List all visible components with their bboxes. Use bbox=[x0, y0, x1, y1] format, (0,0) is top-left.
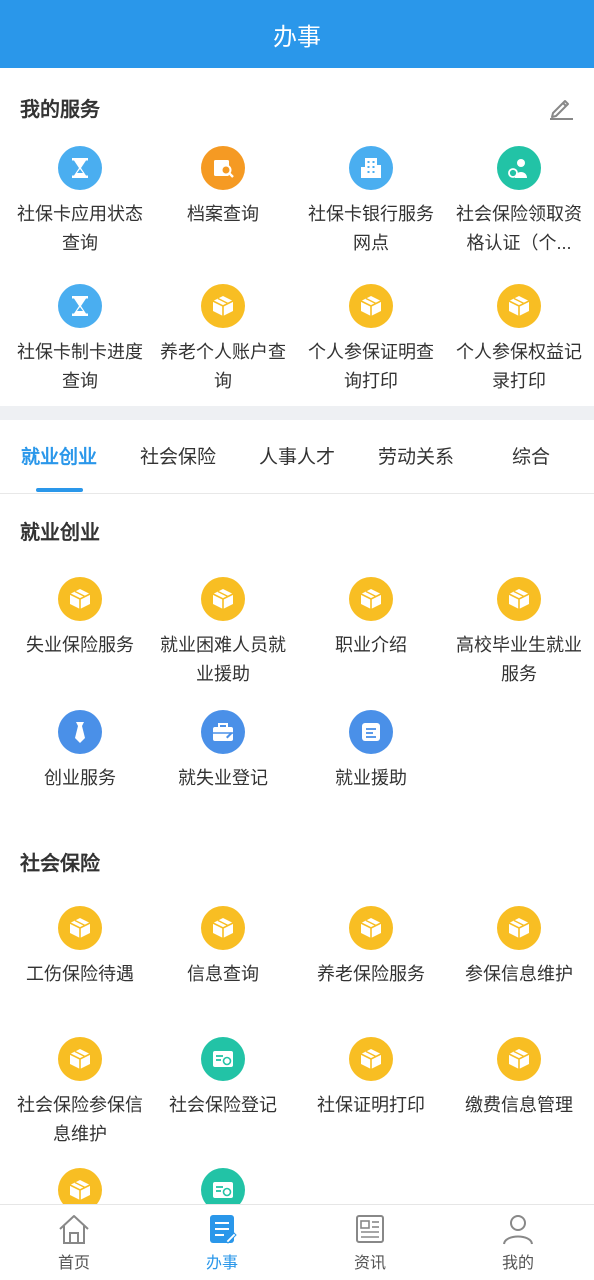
employment-service-item-label: 失业保险服务 bbox=[26, 635, 134, 655]
nav-profile-label: 我的 bbox=[501, 1255, 534, 1272]
nav-profile[interactable]: 我的 bbox=[444, 1205, 592, 1280]
my-service-item-label: 社保卡制卡进度查询 bbox=[17, 342, 143, 391]
employment-service-item[interactable]: 就业困难人员就业援助 bbox=[149, 577, 297, 689]
my-service-item[interactable]: 社会保险领取资格认证（个... bbox=[445, 146, 593, 258]
nav-tasks[interactable]: 办事 bbox=[148, 1205, 296, 1280]
my-services-title: 我的服务 bbox=[20, 99, 100, 121]
edit-icon[interactable] bbox=[546, 92, 576, 122]
social-insurance-service-item-label: 社会保险参保信息维护 bbox=[17, 1095, 143, 1144]
my-service-item-label: 个人参保权益记录打印 bbox=[456, 342, 582, 391]
social-insurance-service-item[interactable]: 社保证明打印 bbox=[297, 1037, 445, 1120]
my-service-item[interactable]: 社保卡应用状态查询 bbox=[6, 146, 154, 258]
employment-service-item[interactable]: 就业援助 bbox=[297, 710, 445, 793]
my-service-item[interactable]: 社保卡制卡进度查询 bbox=[6, 284, 154, 396]
box-icon bbox=[58, 1037, 102, 1081]
search-doc-icon bbox=[201, 146, 245, 190]
employment-title: 就业创业 bbox=[20, 522, 100, 544]
nav-news-label: 资讯 bbox=[353, 1255, 386, 1272]
app-header: 办事 bbox=[0, 0, 594, 68]
social-insurance-service-item[interactable]: 社会保险参保信息维护 bbox=[6, 1037, 154, 1149]
box-icon bbox=[58, 906, 102, 950]
page-title: 办事 bbox=[273, 23, 321, 51]
my-service-item[interactable]: 个人参保证明查询打印 bbox=[297, 284, 445, 396]
social-insurance-service-item[interactable]: 工伤保险待遇 bbox=[6, 906, 154, 989]
tab-active-indicator bbox=[36, 488, 83, 492]
tie-icon bbox=[58, 710, 102, 754]
user-icon bbox=[503, 1215, 533, 1245]
social-insurance-service-item-label: 社会保险登记 bbox=[169, 1095, 277, 1115]
box-icon bbox=[349, 906, 393, 950]
box-icon bbox=[201, 577, 245, 621]
tab-labor-relations[interactable]: 劳动关系 bbox=[357, 442, 475, 469]
box-icon bbox=[58, 577, 102, 621]
employment-service-item-label: 就业困难人员就业援助 bbox=[160, 635, 286, 684]
bottom-nav: 首页 办事 资讯 我的 bbox=[0, 1204, 594, 1280]
my-service-item[interactable]: 个人参保权益记录打印 bbox=[445, 284, 593, 396]
my-service-item-label: 档案查询 bbox=[187, 204, 259, 224]
employment-service-item[interactable]: 创业服务 bbox=[6, 710, 154, 793]
hourglass-icon bbox=[58, 284, 102, 328]
building-icon bbox=[349, 146, 393, 190]
tab-personnel[interactable]: 人事人才 bbox=[238, 442, 356, 469]
social-insurance-service-item[interactable]: 社会保险登记 bbox=[149, 1037, 297, 1120]
box-icon bbox=[497, 284, 541, 328]
card-icon bbox=[201, 1037, 245, 1081]
person-icon bbox=[497, 146, 541, 190]
my-service-item[interactable]: 养老个人账户查询 bbox=[149, 284, 297, 396]
my-service-item[interactable]: 档案查询 bbox=[149, 146, 297, 229]
social-insurance-service-item[interactable]: 信息查询 bbox=[149, 906, 297, 989]
tab-social-insurance[interactable]: 社会保险 bbox=[119, 442, 237, 469]
home-icon bbox=[59, 1215, 89, 1244]
box-icon bbox=[201, 906, 245, 950]
employment-service-item[interactable]: 高校毕业生就业服务 bbox=[445, 577, 593, 689]
employment-service-item-label: 高校毕业生就业服务 bbox=[456, 635, 582, 684]
employment-service-item-label: 创业服务 bbox=[44, 768, 116, 788]
employment-service-item[interactable]: 失业保险服务 bbox=[6, 577, 154, 660]
section-separator bbox=[0, 406, 594, 420]
my-service-item-label: 社保卡应用状态查询 bbox=[17, 204, 143, 253]
my-service-item-label: 养老个人账户查询 bbox=[160, 342, 286, 391]
box-icon bbox=[497, 577, 541, 621]
employment-service-item-label: 职业介绍 bbox=[335, 635, 407, 655]
category-tabs: 就业创业 社会保险 人事人才 劳动关系 综合 bbox=[0, 420, 594, 494]
nav-home[interactable]: 首页 bbox=[0, 1205, 148, 1280]
social-insurance-service-item-label: 信息查询 bbox=[187, 964, 259, 984]
box-icon bbox=[349, 577, 393, 621]
hourglass-icon bbox=[58, 146, 102, 190]
my-service-item[interactable]: 社保卡银行服务网点 bbox=[297, 146, 445, 258]
social-insurance-service-item[interactable]: 参保信息维护 bbox=[445, 906, 593, 989]
box-icon bbox=[349, 1037, 393, 1081]
nav-news[interactable]: 资讯 bbox=[296, 1205, 444, 1280]
news-icon bbox=[356, 1215, 384, 1243]
nav-home-label: 首页 bbox=[57, 1255, 90, 1272]
tab-employment[interactable]: 就业创业 bbox=[0, 442, 118, 469]
social-insurance-service-item-label: 养老保险服务 bbox=[317, 964, 425, 984]
employment-service-item[interactable]: 就失业登记 bbox=[149, 710, 297, 793]
my-service-item-label: 社保卡银行服务网点 bbox=[308, 204, 434, 253]
box-icon bbox=[201, 284, 245, 328]
box-icon bbox=[349, 284, 393, 328]
social-insurance-title: 社会保险 bbox=[20, 853, 100, 875]
employment-service-item[interactable]: 职业介绍 bbox=[297, 577, 445, 660]
my-service-item-label: 社会保险领取资格认证（个... bbox=[456, 204, 582, 253]
social-insurance-service-item-label: 工伤保险待遇 bbox=[26, 964, 134, 984]
tasks-icon bbox=[210, 1215, 237, 1244]
employment-service-item-label: 就失业登记 bbox=[178, 768, 268, 788]
my-service-item-label: 个人参保证明查询打印 bbox=[308, 342, 434, 391]
social-insurance-service-item[interactable]: 缴费信息管理 bbox=[445, 1037, 593, 1120]
tab-general[interactable]: 综合 bbox=[472, 442, 590, 469]
social-insurance-service-item-label: 参保信息维护 bbox=[465, 964, 573, 984]
social-insurance-service-item[interactable]: 养老保险服务 bbox=[297, 906, 445, 989]
social-insurance-service-item-label: 缴费信息管理 bbox=[465, 1095, 573, 1115]
social-insurance-service-item-label: 社保证明打印 bbox=[317, 1095, 425, 1115]
box-icon bbox=[497, 906, 541, 950]
nav-tasks-label: 办事 bbox=[205, 1255, 238, 1272]
box-icon bbox=[497, 1037, 541, 1081]
employment-service-item-label: 就业援助 bbox=[335, 768, 407, 788]
note-icon bbox=[349, 710, 393, 754]
briefcase-icon bbox=[201, 710, 245, 754]
